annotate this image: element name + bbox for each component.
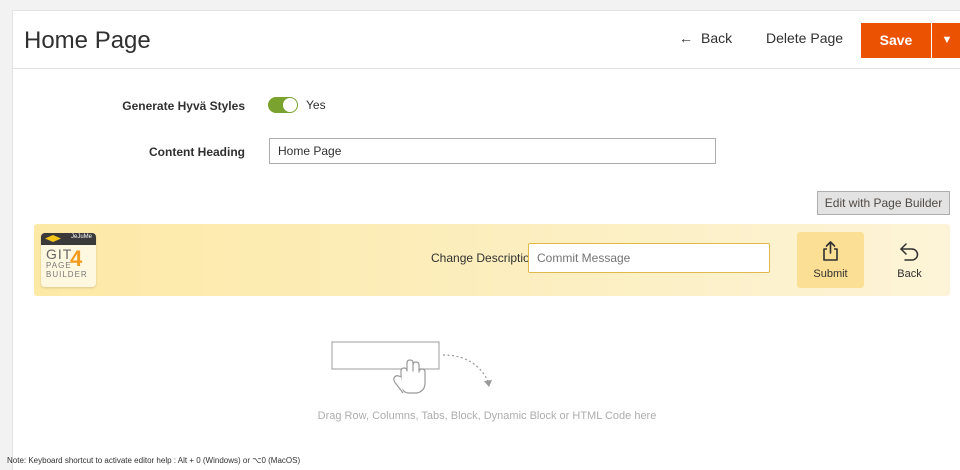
caret-down-icon: ▼	[941, 34, 953, 46]
undo-arrow-icon	[900, 243, 919, 261]
logo-brand: JeJuMe	[70, 234, 92, 240]
hand-drag-icon	[331, 341, 492, 394]
content-heading-label: Content Heading	[149, 145, 245, 159]
left-arrow-icon: ←	[679, 30, 693, 46]
upload-icon	[823, 241, 838, 261]
back-label: Back	[897, 268, 922, 280]
toggle-knob	[283, 98, 297, 112]
logo-word-builder: BUILDER	[46, 270, 88, 279]
hyva-styles-value: Yes	[306, 98, 326, 112]
save-options-toggle[interactable]: ▼	[932, 23, 960, 58]
delete-page-button[interactable]: Delete Page	[766, 30, 843, 46]
change-description-label: Change Description	[431, 251, 537, 265]
git-page-builder-bar: JeJuMe GIT 4 PAGE BUILDER Change Descrip…	[34, 224, 950, 296]
page-header: Home Page ← Back Delete Page Save ▼	[13, 11, 960, 69]
hyva-styles-toggle[interactable]	[268, 97, 298, 113]
content-heading-input[interactable]	[269, 138, 716, 164]
logo-word-page: PAGE	[46, 261, 72, 270]
logo-number: 4	[70, 246, 83, 271]
back-button[interactable]: ← Back	[679, 30, 732, 46]
git-back-button[interactable]: Back	[876, 232, 943, 288]
save-button[interactable]: Save	[861, 23, 931, 58]
logo-word-git: GIT	[46, 246, 73, 262]
keyboard-shortcut-note: Note: Keyboard shortcut to activate edit…	[7, 456, 301, 465]
hyva-styles-label: Generate Hyvä Styles	[122, 99, 245, 113]
edit-with-page-builder-button[interactable]: Edit with Page Builder	[817, 191, 950, 215]
page-builder-drop-hint: Drag Row, Columns, Tabs, Block, Dynamic …	[317, 410, 657, 422]
submit-label: Submit	[813, 268, 848, 280]
git-page-builder-logo: JeJuMe GIT 4 PAGE BUILDER	[41, 233, 96, 287]
submit-button[interactable]: Submit	[797, 232, 864, 288]
commit-message-input[interactable]	[528, 243, 770, 273]
admin-page-frame: Home Page ← Back Delete Page Save ▼ Gener…	[7, 10, 960, 470]
page-title: Home Page	[24, 27, 151, 54]
back-label: Back	[701, 30, 733, 46]
